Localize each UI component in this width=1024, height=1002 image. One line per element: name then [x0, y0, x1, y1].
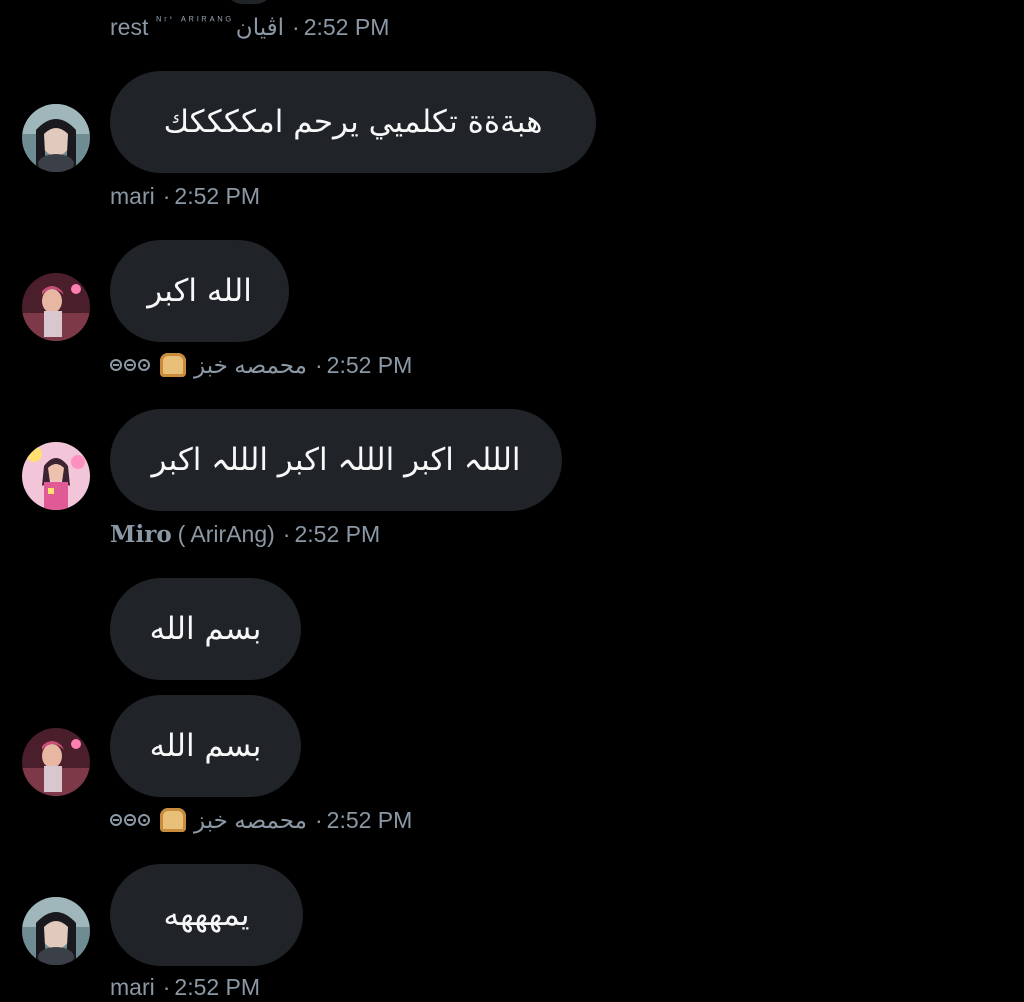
message-bubble[interactable]: الللہ اكبر الللہ اكبر الللہ اكبر: [110, 409, 562, 511]
message-time: 2:52 PM: [326, 351, 413, 378]
mari-avatar-image: [22, 104, 90, 172]
sender-name[interactable]: محمصه خبز: [194, 807, 307, 834]
sender-name[interactable]: mari: [110, 183, 155, 210]
message-meta: mari · 2:52 PM: [110, 181, 260, 211]
mari-avatar-image: [22, 897, 90, 965]
bread-avatar-image: [22, 728, 90, 796]
sender-name-bold[interactable]: Miro: [110, 521, 172, 548]
avatar[interactable]: [22, 104, 90, 172]
message-bubble[interactable]: بسم الله: [110, 578, 301, 680]
circle-dot-icon: [138, 359, 150, 371]
avatar[interactable]: [22, 897, 90, 965]
sender-handle: ᴺʳ' ᴬᴿᴵᴿᴬᴺᴳ: [156, 15, 234, 27]
bread-emoji-icon: [160, 808, 186, 832]
message-bubble-partial[interactable]: [226, 0, 272, 4]
chat-thread: rest ᴺʳ' ᴬᴿᴵᴿᴬᴺᴳ اڤيان · 2:52 PM هبةةة ت…: [0, 0, 1024, 1000]
message-text: بسم الله: [149, 728, 262, 764]
message-bubble[interactable]: بسم الله: [110, 695, 301, 797]
message-time: 2:52 PM: [303, 13, 390, 40]
meta-separator: ·: [162, 182, 171, 209]
miro-avatar-image: [22, 442, 90, 510]
sender-name[interactable]: mari: [110, 974, 155, 1001]
message-meta: rest ᴺʳ' ᴬᴿᴵᴿᴬᴺᴳ اڤيان · 2:52 PM: [110, 12, 389, 42]
message-meta: محمصه خبز · 2:52 PM: [110, 805, 412, 835]
meta-separator: ·: [162, 973, 171, 1000]
meta-separator: ·: [282, 520, 291, 547]
meta-separator: ·: [314, 806, 323, 833]
sender-name-suffix: ( ArirAng): [177, 520, 275, 547]
circle-minus-icon: [110, 814, 122, 826]
avatar[interactable]: [22, 273, 90, 341]
circle-equal-icon: [124, 814, 136, 826]
sender-handle-arabic: اڤيان: [235, 13, 285, 40]
status-circles: [110, 814, 150, 826]
message-time: 2:52 PM: [294, 520, 381, 547]
sender-name[interactable]: محمصه خبز: [194, 352, 307, 379]
bread-avatar-image: [22, 273, 90, 341]
meta-separator: ·: [292, 13, 300, 40]
message-text: الله اكبر: [147, 273, 252, 309]
message-meta: محمصه خبز · 2:52 PM: [110, 350, 412, 380]
message-meta: mari · 2:52 PM: [110, 972, 260, 1002]
circle-dot-icon: [138, 814, 150, 826]
message-text: الللہ اكبر الللہ اكبر الللہ اكبر: [151, 442, 521, 478]
message-time: 2:52 PM: [174, 973, 261, 1000]
message-bubble[interactable]: هبةةة تكلميي يرحم امككككك: [110, 71, 596, 173]
message-meta: Miro ( ArirAng) · 2:52 PM: [110, 519, 380, 549]
circle-equal-icon: [124, 359, 136, 371]
message-time: 2:52 PM: [326, 806, 413, 833]
avatar[interactable]: [22, 442, 90, 510]
meta-separator: ·: [314, 351, 323, 378]
circle-minus-icon: [110, 359, 122, 371]
avatar[interactable]: [22, 728, 90, 796]
message-bubble[interactable]: الله اكبر: [110, 240, 289, 342]
status-circles: [110, 359, 150, 371]
message-text: يمهههه: [163, 897, 250, 933]
bread-emoji-icon: [160, 353, 186, 377]
message-time: 2:52 PM: [174, 182, 261, 209]
message-bubble[interactable]: يمهههه: [110, 864, 303, 966]
message-text: هبةةة تكلميي يرحم امككككك: [163, 104, 543, 140]
message-text: بسم الله: [149, 611, 262, 647]
sender-name[interactable]: rest: [110, 14, 148, 41]
